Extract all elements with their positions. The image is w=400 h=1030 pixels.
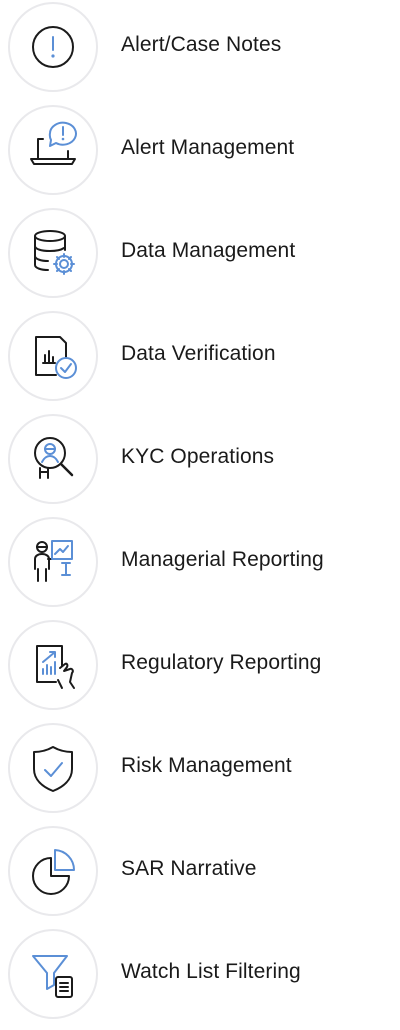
exclamation-circle-icon	[32, 26, 74, 68]
database-gear-icon	[34, 230, 75, 275]
tablet-chart-hand-icon	[36, 645, 75, 689]
item-label: Watch List Filtering	[121, 960, 301, 983]
document-chart-check-icon	[35, 336, 77, 379]
icon-badge	[8, 414, 98, 504]
icon-badge	[8, 929, 98, 1019]
list-item-alert-case-notes: Alert/Case Notes	[0, 0, 400, 100]
item-label: Regulatory Reporting	[121, 651, 322, 674]
icon-badge	[8, 723, 98, 813]
item-label: Alert/Case Notes	[121, 33, 282, 56]
icon-badge	[8, 311, 98, 401]
icon-badge	[8, 105, 98, 195]
item-label: Data Verification	[121, 342, 276, 365]
laptop-alert-icon	[30, 121, 77, 165]
item-label: Alert Management	[121, 136, 295, 159]
list-item-managerial-reporting: Managerial Reporting	[0, 515, 400, 615]
item-label: Data Management	[121, 239, 296, 262]
item-label: Managerial Reporting	[121, 548, 324, 571]
shield-check-icon	[33, 746, 73, 792]
filter-list-icon	[32, 955, 73, 998]
list-item-data-verification: Data Verification	[0, 309, 400, 409]
list-item-sar-narrative: SAR Narrative	[0, 824, 400, 924]
icon-badge	[8, 517, 98, 607]
capability-list: Alert/Case Notes Alert Management Data M…	[0, 0, 400, 1030]
list-item-risk-management: Risk Management	[0, 721, 400, 821]
icon-badge	[8, 208, 98, 298]
item-label: SAR Narrative	[121, 857, 257, 880]
pie-chart-icon	[32, 849, 76, 895]
list-item-watch-list-filtering: Watch List Filtering	[0, 927, 400, 1027]
icon-badge	[8, 826, 98, 916]
presenter-chart-icon	[34, 540, 73, 582]
list-item-regulatory-reporting: Regulatory Reporting	[0, 618, 400, 718]
icon-badge	[8, 620, 98, 710]
list-item-alert-management: Alert Management	[0, 103, 400, 203]
list-item-kyc-operations: KYC Operations	[0, 412, 400, 512]
item-label: Risk Management	[121, 754, 292, 777]
icon-badge	[8, 2, 98, 92]
list-item-data-management: Data Management	[0, 206, 400, 306]
item-label: KYC Operations	[121, 445, 275, 468]
magnifier-person-icon	[34, 437, 74, 479]
